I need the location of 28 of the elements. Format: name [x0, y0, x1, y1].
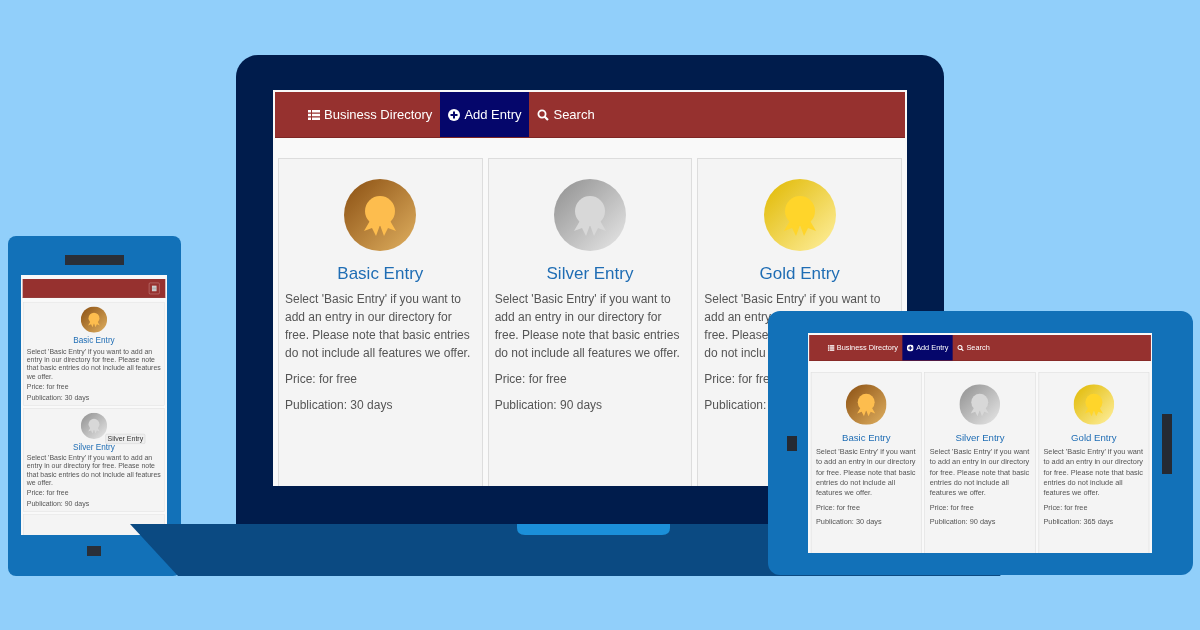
card-title: Basic Entry	[337, 264, 424, 284]
price-text: Price: for free	[494, 371, 567, 388]
description-line: add an entry in our directory for	[494, 309, 662, 326]
description-line: free. Please note that basic entries	[285, 327, 470, 344]
description-line: Select 'Basic Entry' if you want to	[285, 291, 461, 308]
description-line: free. Please note that basic entries	[494, 327, 680, 344]
nav-link[interactable]: Add Entry	[440, 92, 530, 137]
card-title: Gold Entry	[759, 264, 840, 284]
card-title: Silver Entry	[955, 432, 1005, 444]
description-line: Select 'Basic Entry' if you want to	[704, 291, 881, 308]
description-line: do not include all features we offer.	[285, 345, 471, 362]
description-line: free. Please	[704, 327, 769, 344]
card-title: Gold Entry	[1071, 432, 1117, 444]
publication-text: Publication: 30 days	[285, 397, 393, 414]
description-line: Select 'Basic Entry' if you want to	[494, 291, 671, 308]
publication-text: Publication:	[704, 397, 767, 414]
description-line: add an entry	[704, 309, 772, 326]
description-line: do not include all features we offer.	[494, 345, 680, 362]
card-title: Silver Entry	[73, 442, 115, 452]
nav-link[interactable]: Business Directory	[300, 92, 441, 137]
card-title: Basic Entry	[842, 432, 891, 444]
card-title: Basic Entry	[73, 336, 115, 346]
publication-text: Publication: 90 days	[494, 397, 603, 414]
description-line: do not inclu	[704, 345, 766, 362]
card-title: Silver Entry	[546, 264, 634, 284]
nav-link[interactable]: Search	[529, 92, 603, 137]
description-line: add an entry in our directory for	[285, 309, 452, 326]
price-text: Price: for free	[285, 371, 358, 388]
